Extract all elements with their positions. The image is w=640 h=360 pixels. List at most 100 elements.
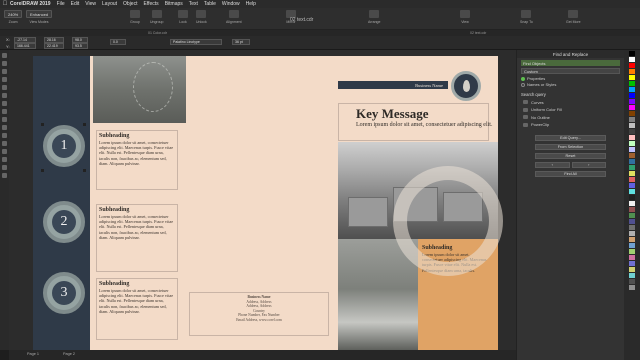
color-swatch[interactable]: [629, 249, 635, 254]
get-more-button[interactable]: Get More: [566, 10, 581, 24]
color-swatch[interactable]: [629, 63, 635, 68]
color-swatch[interactable]: [629, 171, 635, 176]
pick-tool-icon[interactable]: [2, 53, 7, 58]
number-badge-1[interactable]: 1: [43, 125, 85, 167]
artistic-media-icon[interactable]: [2, 93, 7, 98]
menu-table[interactable]: Table: [204, 1, 216, 7]
tree-photo[interactable]: [93, 56, 186, 123]
snap-to-button[interactable]: Snap To: [520, 10, 533, 24]
color-swatch[interactable]: [629, 159, 635, 164]
interactive-fill-icon[interactable]: [2, 173, 7, 178]
angle-field[interactable]: 0.0: [110, 39, 126, 45]
polygon-tool-icon[interactable]: [2, 117, 7, 122]
menu-file[interactable]: File: [57, 1, 65, 7]
color-swatch[interactable]: [629, 141, 635, 146]
color-swatch[interactable]: [629, 273, 635, 278]
color-swatch[interactable]: [629, 99, 635, 104]
rectangle-tool-icon[interactable]: [2, 101, 7, 106]
height-field[interactable]: 22.419: [44, 43, 64, 49]
arrange-button[interactable]: Arrange: [368, 10, 380, 24]
drawing-canvas[interactable]: 1 2 3 Subheading Lorem ipsum dolor sit a…: [9, 50, 516, 350]
text-block-2[interactable]: Subheading Lorem ipsum dolor sit amet, c…: [96, 204, 178, 272]
text-tool-icon[interactable]: [2, 125, 7, 130]
contact-block[interactable]: Business Name Address, Address Address, …: [189, 292, 329, 336]
zoom-control[interactable]: 240% Zoom: [4, 10, 23, 24]
color-swatch[interactable]: [629, 153, 635, 158]
document-page[interactable]: 1 2 3 Subheading Lorem ipsum dolor sit a…: [33, 56, 503, 350]
color-swatch[interactable]: [629, 105, 635, 110]
x-field[interactable]: -27.14: [14, 36, 36, 43]
parallel-dimension-icon[interactable]: [2, 133, 7, 138]
color-swatch[interactable]: [629, 261, 635, 266]
menu-text[interactable]: Text: [189, 1, 198, 7]
query-item-no-outline[interactable]: No Outline: [523, 115, 618, 120]
selection-handle[interactable]: [83, 169, 86, 172]
color-swatch[interactable]: [629, 129, 635, 134]
color-swatch[interactable]: [629, 279, 635, 284]
eyedropper-icon[interactable]: [2, 165, 7, 170]
reset-button[interactable]: Reset: [535, 153, 606, 159]
query-item-curves[interactable]: Curves: [523, 100, 618, 105]
key-message-heading[interactable]: Key Message: [356, 106, 429, 122]
group-button[interactable]: Group: [130, 10, 140, 24]
scale-y-field[interactable]: 93.5: [72, 43, 88, 49]
menu-bitmaps[interactable]: Bitmaps: [165, 1, 183, 7]
color-swatch[interactable]: [629, 57, 635, 62]
app-name[interactable]: CorelDRAW 2019: [10, 1, 51, 7]
font-dropdown[interactable]: Palatino Linotype: [170, 39, 222, 45]
from-selection-button[interactable]: From Selection: [535, 144, 606, 150]
color-swatch[interactable]: [629, 117, 635, 122]
decorative-ring[interactable]: [393, 166, 503, 276]
width-field[interactable]: 28.16: [44, 36, 64, 43]
color-swatch[interactable]: [629, 225, 635, 230]
color-swatch[interactable]: [629, 189, 635, 194]
menu-window[interactable]: Window: [222, 1, 240, 7]
color-swatch[interactable]: [629, 267, 635, 272]
find-mode-dropdown[interactable]: Find Objects: [521, 60, 620, 66]
view-button[interactable]: View: [460, 10, 470, 24]
alignment-button[interactable]: Alignment: [226, 10, 242, 24]
font-size-dropdown[interactable]: 36 pt: [232, 39, 250, 45]
query-item-uniform-fill[interactable]: Uniform Color Fill: [523, 107, 618, 112]
color-swatch[interactable]: [629, 177, 635, 182]
transparency-tool-icon[interactable]: [2, 157, 7, 162]
color-swatch[interactable]: [629, 165, 635, 170]
business-name-bar[interactable]: Business Name: [338, 81, 448, 89]
zoom-tool-icon[interactable]: [2, 77, 7, 82]
color-swatch[interactable]: [629, 81, 635, 86]
color-swatch[interactable]: [629, 213, 635, 218]
logo[interactable]: [451, 71, 481, 101]
color-swatch[interactable]: [629, 93, 635, 98]
freehand-tool-icon[interactable]: [2, 85, 7, 90]
selection-handle[interactable]: [41, 123, 44, 126]
connector-tool-icon[interactable]: [2, 141, 7, 146]
find-previous-button[interactable]: ‹: [535, 162, 570, 168]
color-swatch[interactable]: [629, 147, 635, 152]
y-field[interactable]: 166.441: [14, 43, 36, 49]
view-mode-control[interactable]: Enhanced View Modes: [26, 10, 53, 24]
color-swatch[interactable]: [629, 87, 635, 92]
color-swatch[interactable]: [629, 183, 635, 188]
lock-button[interactable]: Lock: [178, 10, 188, 24]
unlock-button[interactable]: Unlock: [196, 10, 207, 24]
menu-object[interactable]: Object: [123, 1, 137, 7]
ungroup-button[interactable]: Ungroup: [150, 10, 163, 24]
find-next-button[interactable]: ›: [571, 162, 606, 168]
query-item-powerclip[interactable]: PowerClip: [523, 122, 618, 127]
view-mode-dropdown[interactable]: Enhanced: [26, 10, 53, 18]
text-block-1[interactable]: Subheading Lorem ipsum dolor sit amet, c…: [96, 130, 178, 190]
ellipse-tool-icon[interactable]: [2, 109, 7, 114]
color-swatch[interactable]: [629, 69, 635, 74]
page-tab-2[interactable]: Page 2: [63, 352, 75, 356]
radio-names-styles[interactable]: Names or Styles: [521, 82, 620, 87]
crop-tool-icon[interactable]: [2, 69, 7, 74]
apple-icon[interactable]: : [0, 1, 10, 7]
selection-handle[interactable]: [41, 169, 44, 172]
color-swatch[interactable]: [629, 243, 635, 248]
color-swatch[interactable]: [629, 231, 635, 236]
menu-edit[interactable]: Edit: [71, 1, 80, 7]
preset-dropdown[interactable]: Custom: [521, 68, 620, 74]
find-all-button[interactable]: Find All: [535, 171, 606, 177]
number-badge-3[interactable]: 3: [43, 272, 85, 314]
tab-01-color[interactable]: 01 Color.cdr: [148, 31, 167, 35]
